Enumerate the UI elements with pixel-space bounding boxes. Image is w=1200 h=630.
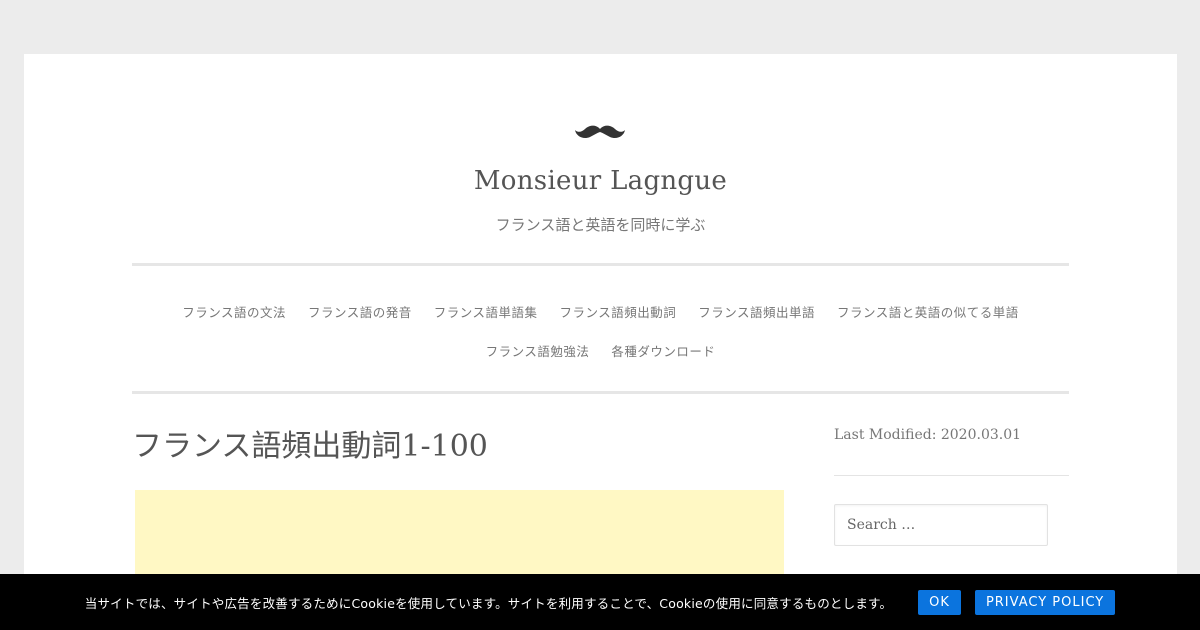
cookie-ok-button[interactable]: OK (918, 589, 961, 615)
last-modified-date: Last Modified: 2020.03.01 (834, 427, 1022, 443)
privacy-policy-button[interactable]: PRIVACY POLICY (974, 589, 1116, 615)
nav-item-similar-words[interactable]: フランス語と英語の似てる単語 (837, 302, 1019, 321)
nav-item-pronunciation[interactable]: フランス語の発音 (308, 302, 412, 321)
cookie-consent-bar: 当サイトでは、サイトや広告を改善するためにCookieを使用しています。サイトを… (0, 574, 1200, 630)
nav-divider (132, 391, 1069, 394)
nav-item-study-method[interactable]: フランス語勉強法 (486, 341, 590, 360)
cookie-consent-text: 当サイトでは、サイトや広告を改善するためにCookieを使用しています。サイトを… (84, 595, 893, 611)
search-input[interactable]: Search … (834, 504, 1048, 546)
nav-item-frequent-verbs[interactable]: フランス語頻出動詞 (560, 302, 677, 321)
mustache-icon[interactable] (575, 120, 625, 144)
nav-item-downloads[interactable]: 各種ダウンロード (611, 341, 715, 360)
primary-nav-row-1: フランス語の文法 フランス語の発音 フランス語単語集 フランス語頻出動詞 フラン… (132, 302, 1069, 321)
site-title[interactable]: Monsieur Lagngue (24, 166, 1177, 196)
nav-item-frequent-words[interactable]: フランス語頻出単語 (698, 302, 815, 321)
site-tagline: フランス語と英語を同時に学ぶ (495, 216, 706, 234)
sidebar-divider (834, 475, 1069, 476)
post-title: フランス語頻出動詞1-100 (132, 429, 488, 464)
page-content: Monsieur Lagngue フランス語と英語を同時に学ぶ フランス語の文法… (24, 54, 1177, 630)
primary-nav-row-2: フランス語勉強法 各種ダウンロード (132, 341, 1069, 360)
nav-item-grammar[interactable]: フランス語の文法 (182, 302, 286, 321)
header-divider (132, 263, 1069, 266)
nav-item-vocabulary[interactable]: フランス語単語集 (434, 302, 538, 321)
